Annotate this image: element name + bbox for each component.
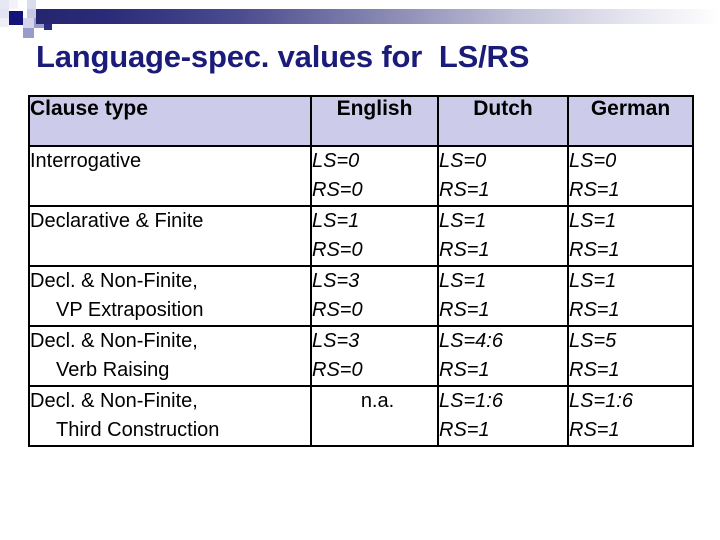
header-banner [36,9,720,24]
ls-value: LS=4:6 [439,330,503,352]
deco-square [9,0,18,9]
cell-german: LS=1 RS=1 [567,205,694,267]
deco-square [27,9,36,18]
language-values-table-container: Clause type English Dutch German Interro… [28,95,694,447]
deco-square [23,28,34,38]
table-header-row: Clause type English Dutch German [28,95,694,147]
table-row: Declarative & Finite LS=1 RS=0 LS=1 RS=1… [28,205,694,267]
clause-line-2: Verb Raising [56,359,170,381]
rs-value: RS=1 [569,359,620,381]
rs-value: RS=1 [569,419,620,441]
cell-german: LS=1:6 RS=1 [567,385,694,447]
cell-dutch: LS=1 RS=1 [437,205,569,267]
clause-line-2: Third Construction [56,419,220,441]
rs-value: RS=1 [439,299,490,321]
cell-clause-type: Decl. & Non-Finite, Third Construction [28,385,312,447]
cell-clause-type: Declarative & Finite [28,205,312,267]
rs-value: RS=1 [569,179,620,201]
rs-value: RS=0 [312,179,363,201]
table-row: Decl. & Non-Finite, Verb Raising LS=3 RS… [28,325,694,387]
deco-square [0,0,9,18]
ls-value: LS=0 [439,150,487,172]
clause-line-1: Decl. & Non-Finite, [30,330,198,352]
cell-dutch: LS=0 RS=1 [437,145,569,207]
clause-line-2: VP Extraposition [56,299,204,321]
ls-value: LS=1 [439,270,487,292]
cell-english: n.a. [310,385,439,447]
deco-square [0,9,9,18]
rs-value: RS=1 [439,419,490,441]
page-title: Language-spec. values for LS/RS [36,39,530,74]
column-header-english: English [310,95,439,147]
table-row: Decl. & Non-Finite, Third Construction n… [28,385,694,447]
cell-english: LS=3 RS=0 [310,325,439,387]
ls-value: LS=1 [312,210,360,232]
table-row: Interrogative LS=0 RS=0 LS=0 RS=1 LS=0 R… [28,145,694,207]
column-header-clause-type: Clause type [28,95,312,147]
ls-value: LS=1:6 [569,390,633,412]
deco-square [23,18,34,28]
cell-clause-type: Interrogative [28,145,312,207]
cell-dutch: LS=1:6 RS=1 [437,385,569,447]
ls-value: LS=3 [312,330,360,352]
cell-dutch: LS=4:6 RS=1 [437,325,569,387]
clause-line-1: Decl. & Non-Finite, [30,390,198,412]
ls-value: LS=1 [439,210,487,232]
cell-english: LS=0 RS=0 [310,145,439,207]
ls-value: LS=1 [569,270,617,292]
cell-english: LS=3 RS=0 [310,265,439,327]
rs-value: RS=0 [312,359,363,381]
clause-line-1: Declarative & Finite [30,210,204,232]
deco-square [36,0,45,9]
ls-value: LS=1:6 [439,390,503,412]
column-header-dutch: Dutch [437,95,569,147]
ls-value: LS=0 [569,150,617,172]
cell-german: LS=5 RS=1 [567,325,694,387]
cell-english: LS=1 RS=0 [310,205,439,267]
ls-value: LS=0 [312,150,360,172]
cell-german: LS=1 RS=1 [567,265,694,327]
deco-square [27,0,36,9]
rs-value: RS=1 [439,179,490,201]
cell-german: LS=0 RS=1 [567,145,694,207]
clause-line-1: Interrogative [30,150,142,172]
ls-value: LS=3 [312,270,360,292]
deco-square [34,28,44,38]
rs-value: RS=1 [569,299,620,321]
ls-value: LS=5 [569,330,617,352]
rs-value: RS=1 [439,359,490,381]
deco-square [9,11,23,25]
rs-value: RS=1 [439,239,490,261]
table-row: Decl. & Non-Finite, VP Extraposition LS=… [28,265,694,327]
cell-clause-type: Decl. & Non-Finite, VP Extraposition [28,265,312,327]
rs-value: RS=0 [312,239,363,261]
cell-dutch: LS=1 RS=1 [437,265,569,327]
language-values-table: Clause type English Dutch German Interro… [28,95,694,447]
clause-line-1: Decl. & Non-Finite, [30,270,198,292]
rs-value: RS=1 [569,239,620,261]
deco-square [0,18,9,27]
rs-value: RS=0 [312,299,363,321]
cell-clause-type: Decl. & Non-Finite, Verb Raising [28,325,312,387]
ls-value: LS=1 [569,210,617,232]
column-header-german: German [567,95,694,147]
